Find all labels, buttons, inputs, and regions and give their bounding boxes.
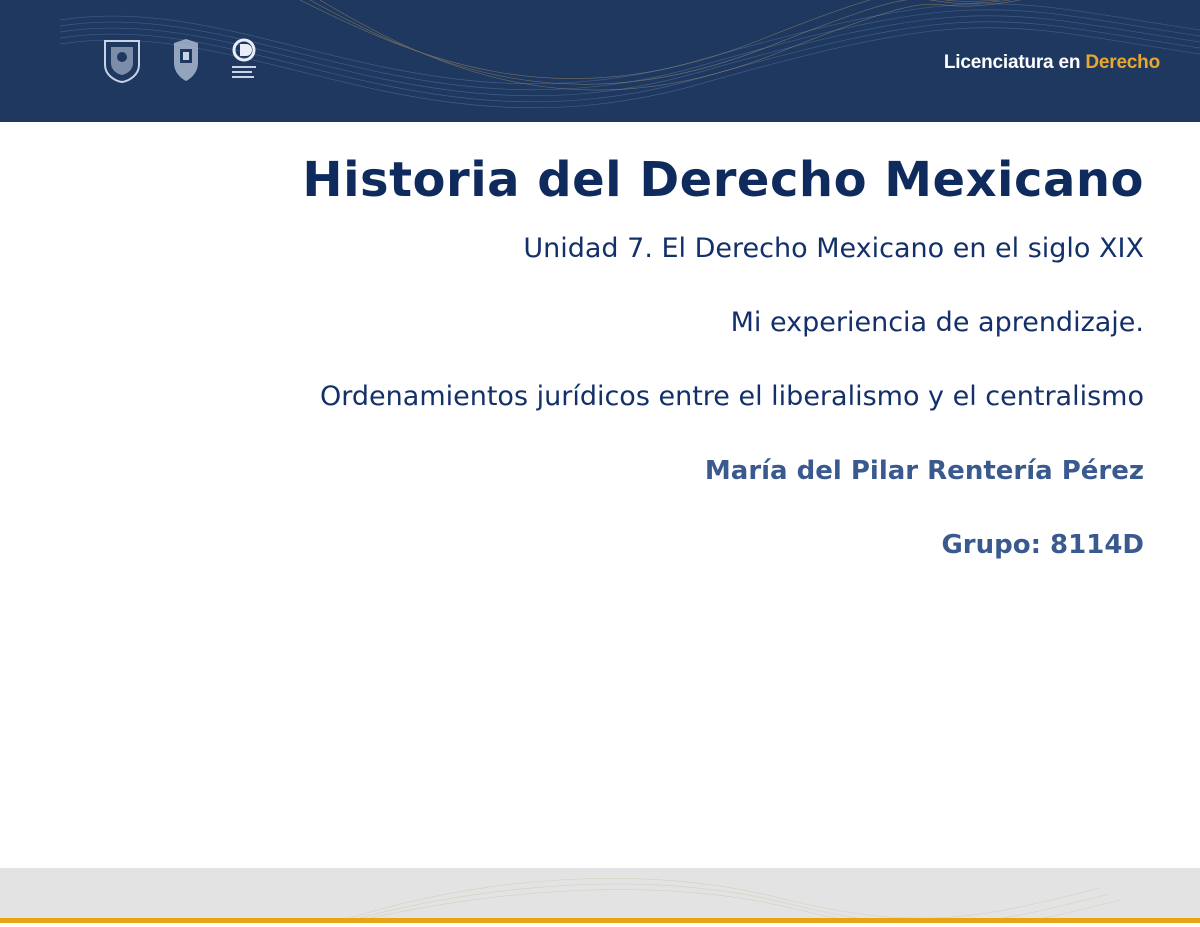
footer-band: [0, 868, 1200, 918]
author-name: María del Pilar Rentería Pérez: [704, 456, 1144, 486]
program-accent: Derecho: [1085, 52, 1160, 73]
activity-name: Mi experiencia de aprendizaje.: [730, 307, 1144, 338]
program-name: Licenciatura en Derecho: [944, 52, 1160, 74]
footer-accent-line: [0, 918, 1200, 923]
institution-logos: [100, 36, 272, 84]
cuaed-logo-icon: [228, 36, 272, 84]
footer-decorative-waves: [349, 878, 1121, 918]
unit-subtitle: Unidad 7. El Derecho Mexicano en el sigl…: [523, 233, 1144, 264]
program-prefix: Licenciatura en: [943, 52, 1086, 73]
faculty-shield-icon: [164, 36, 208, 84]
group-label: Grupo: 8114D: [941, 530, 1144, 560]
topic-name: Ordenamientos jurídicos entre el liberal…: [320, 381, 1144, 412]
header-banner: Licenciatura en Derecho: [0, 0, 1200, 122]
unam-seal-icon: [100, 36, 144, 84]
slide-content: Historia del Derecho Mexicano Unidad 7. …: [144, 150, 1144, 562]
slide-title: Historia del Derecho Mexicano: [302, 152, 1144, 208]
